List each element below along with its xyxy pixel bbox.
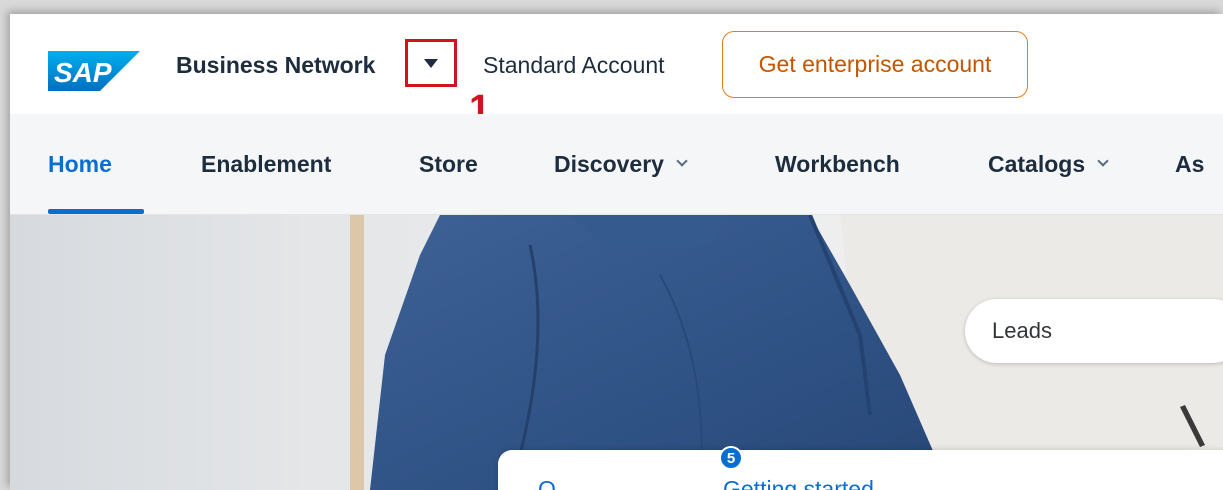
- card-tab-getting-started[interactable]: Getting started: [723, 476, 874, 490]
- product-name[interactable]: Business Network: [176, 52, 375, 79]
- caret-down-icon: [424, 58, 438, 68]
- nav-item-store[interactable]: Store: [419, 114, 478, 214]
- nav-item-label: Home: [48, 150, 112, 177]
- nav-item-overflow[interactable]: As: [1175, 114, 1204, 214]
- active-tab-indicator: [48, 209, 144, 214]
- card-tab-overview[interactable]: O: [538, 476, 556, 490]
- nav-item-enablement[interactable]: Enablement: [201, 114, 331, 214]
- hero-banner: Leads O Getting started 5: [10, 215, 1223, 490]
- app-window: SAP Business Network 1 Standard Account …: [10, 14, 1223, 490]
- account-type-label: Standard Account: [483, 52, 665, 78]
- shell-bar: SAP Business Network 1 Standard Account …: [10, 14, 1223, 130]
- nav-item-home[interactable]: Home: [48, 114, 112, 214]
- nav-item-label: As: [1175, 150, 1205, 177]
- nav-item-label: Discovery: [554, 150, 664, 177]
- nav-item-catalogs[interactable]: Catalogs: [988, 114, 1109, 214]
- nav-item-label: Enablement: [201, 150, 332, 177]
- sap-logo-text: SAP: [54, 57, 112, 88]
- get-enterprise-account-button[interactable]: Get enterprise account: [722, 31, 1028, 98]
- chevron-down-icon: [676, 155, 688, 167]
- getting-started-card: O Getting started: [498, 450, 1223, 490]
- nav-item-label: Store: [419, 150, 478, 177]
- nav-item-discovery[interactable]: Discovery: [554, 114, 688, 214]
- nav-item-label: Workbench: [775, 150, 900, 177]
- main-nav: Home Enablement Store Discovery Workbenc…: [10, 114, 1223, 215]
- notification-badge: 5: [719, 446, 743, 470]
- nav-item-workbench[interactable]: Workbench: [775, 114, 900, 214]
- search-input[interactable]: Leads: [965, 299, 1223, 363]
- nav-item-label: Catalogs: [988, 150, 1086, 177]
- product-menu-button[interactable]: [405, 39, 457, 87]
- sap-logo[interactable]: SAP: [48, 51, 140, 91]
- chevron-down-icon: [1097, 155, 1109, 167]
